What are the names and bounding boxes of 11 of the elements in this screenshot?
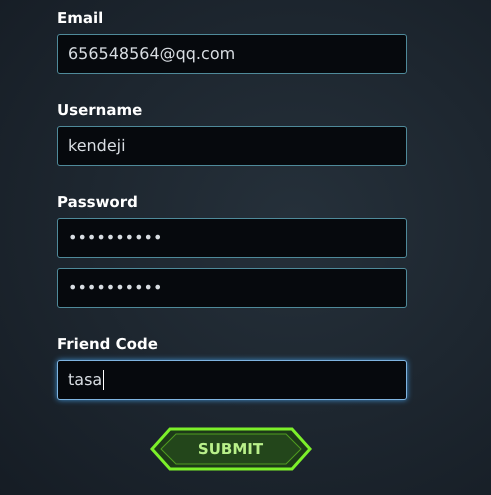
submit-button[interactable]: SUBMIT	[150, 427, 312, 471]
field-label: Password	[57, 192, 139, 212]
input-field[interactable]: ••••••••••	[57, 268, 407, 308]
field-label: Username	[57, 100, 144, 120]
field-label: Friend Code	[57, 334, 159, 354]
field-label: Email	[57, 8, 104, 28]
input-field[interactable]: tasa	[57, 360, 407, 400]
text-cursor	[103, 370, 104, 390]
input-field[interactable]: kendeji	[57, 126, 407, 166]
input-field[interactable]: 656548564@qq.com	[57, 34, 407, 74]
input-field[interactable]: ••••••••••	[57, 218, 407, 258]
